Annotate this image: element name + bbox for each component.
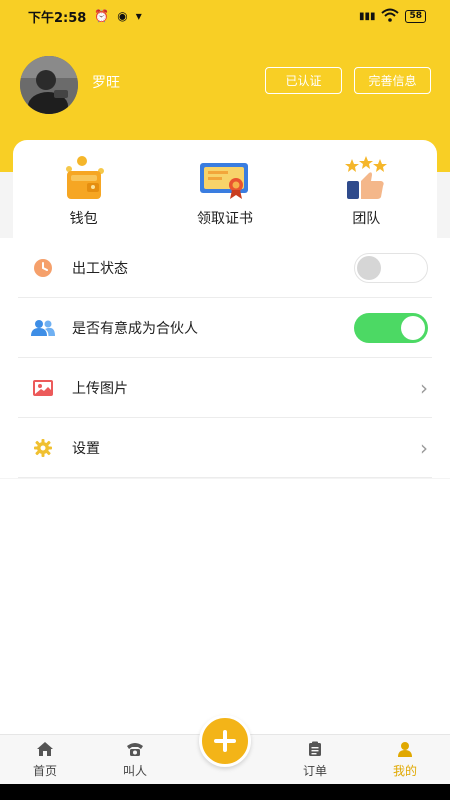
list-item-settings[interactable]: 设置 › <box>18 418 432 478</box>
work-status-toggle[interactable] <box>354 252 428 283</box>
clock-icon <box>30 255 56 281</box>
wallet-link[interactable]: 钱包 <box>13 140 154 238</box>
wallet-icon <box>54 154 114 204</box>
settings-list: 出工状态 是否有意成为合伙人 上传图片 › 设置 › <box>0 238 450 478</box>
list-item-work-status: 出工状态 <box>18 238 432 298</box>
wifi-icon <box>381 8 400 25</box>
partner-toggle[interactable] <box>354 312 428 343</box>
status-time: 下午2:58 <box>28 10 87 26</box>
certificate-icon <box>195 154 255 204</box>
tab-mine[interactable]: 我的 <box>360 735 450 784</box>
bottom-tabbar: 首页 叫人 订单 我的 <box>0 715 450 784</box>
tab-orders[interactable]: 订单 <box>270 735 360 784</box>
verified-button[interactable]: 已认证 <box>265 67 342 94</box>
quick-links-card: 钱包 领取证书 团队 <box>13 140 437 238</box>
tab-home-label: 首页 <box>32 763 57 778</box>
chevron-right-icon: › <box>420 435 428 460</box>
certificate-label: 领取证书 <box>196 211 253 227</box>
status-bar: 下午2:58 ⏰ ◉ ▾ ▮▮▮ 58 <box>0 0 450 32</box>
chevron-right-icon: › <box>420 375 428 400</box>
avatar[interactable] <box>20 56 78 114</box>
tab-orders-label: 订单 <box>302 763 327 778</box>
eye-icon: ◉ <box>117 9 128 23</box>
people-icon <box>30 315 56 341</box>
upload-image-label: 上传图片 <box>72 380 128 397</box>
partner-label: 是否有意成为合伙人 <box>72 320 198 337</box>
notification-icon: ▾ <box>135 9 142 23</box>
home-icon <box>36 741 54 760</box>
signal-icon: ▮▮▮ <box>358 10 376 22</box>
image-icon <box>30 375 56 401</box>
settings-label: 设置 <box>72 440 100 457</box>
empty-content <box>0 479 450 734</box>
list-item-partner: 是否有意成为合伙人 <box>18 298 432 358</box>
certificate-link[interactable]: 领取证书 <box>154 140 295 238</box>
gear-icon <box>30 435 56 461</box>
team-icon <box>336 154 396 204</box>
user-icon <box>397 741 413 760</box>
alarm-icon: ⏰ <box>94 9 110 23</box>
tab-home[interactable]: 首页 <box>0 735 90 784</box>
team-label: 团队 <box>352 211 381 227</box>
tab-call-label: 叫人 <box>122 763 147 778</box>
tab-call[interactable]: 叫人 <box>90 735 180 784</box>
orders-icon <box>307 741 323 760</box>
complete-info-button[interactable]: 完善信息 <box>354 67 431 94</box>
battery-icon: 58 <box>405 9 426 23</box>
plus-icon <box>214 730 236 752</box>
tab-add <box>180 715 270 784</box>
team-link[interactable]: 团队 <box>296 140 437 238</box>
add-button[interactable] <box>199 715 251 767</box>
username: 罗旺 <box>92 75 120 91</box>
phone-icon <box>126 741 144 760</box>
tab-mine-label: 我的 <box>392 763 417 778</box>
wallet-label: 钱包 <box>69 211 98 227</box>
system-nav-bar <box>0 784 450 800</box>
list-item-upload-image[interactable]: 上传图片 › <box>18 358 432 418</box>
work-status-label: 出工状态 <box>72 260 128 277</box>
